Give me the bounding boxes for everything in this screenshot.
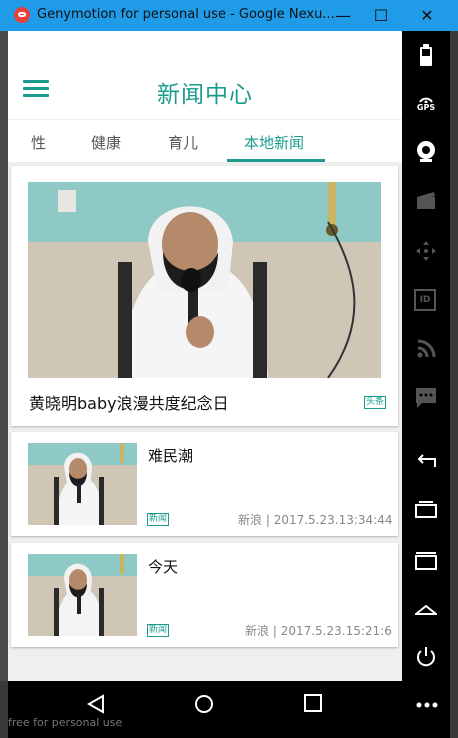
- rss-icon[interactable]: [414, 337, 438, 361]
- home-icon[interactable]: [414, 597, 438, 621]
- news-source: 新浪: [238, 513, 263, 527]
- gps-icon[interactable]: GPS: [414, 91, 438, 115]
- close-button[interactable]: ✕: [404, 0, 450, 31]
- webcam-icon[interactable]: [414, 139, 438, 163]
- news-title: 难民潮: [148, 447, 194, 465]
- right-window-strip: [450, 31, 458, 738]
- app-toolbar: 新闻中心: [8, 31, 402, 119]
- menu-button-icon[interactable]: [414, 549, 438, 573]
- news-meta: 新浪 | 2017.5.23.13:34:44: [238, 511, 392, 528]
- message-icon[interactable]: [414, 386, 438, 410]
- news-tag: 头条: [364, 396, 387, 409]
- headline-card[interactable]: 黄晓明baby浪漫共度纪念日 头条: [11, 166, 398, 426]
- gps-label: GPS: [416, 102, 436, 112]
- tab-bar: 性 健康 育儿 本地新闻: [8, 119, 402, 162]
- page-title: 新闻中心: [157, 82, 253, 108]
- nav-back-icon[interactable]: [86, 694, 106, 714]
- news-time: 2017.5.23.13:34:44: [273, 513, 393, 527]
- left-window-strip: [0, 31, 8, 681]
- news-title: 黄晓明baby浪漫共度纪念日: [29, 394, 229, 413]
- power-icon[interactable]: [414, 645, 438, 669]
- tab-health[interactable]: 健康: [91, 132, 121, 153]
- news-tag: 新闻: [147, 624, 170, 637]
- headline-image: [28, 182, 381, 378]
- window-titlebar: Genymotion for personal use - Google Nex…: [0, 0, 458, 31]
- meta-separator: |: [265, 513, 274, 527]
- dpad-icon[interactable]: [414, 239, 438, 263]
- news-thumbnail: [28, 443, 137, 525]
- tab-xing[interactable]: 性: [31, 132, 46, 153]
- news-time: 2017.5.23.15:21:6: [280, 624, 392, 638]
- genymotion-logo-icon: [14, 7, 30, 23]
- tab-parenting[interactable]: 育儿: [168, 132, 198, 153]
- footer-watermark: free for personal use: [8, 716, 123, 729]
- battery-icon[interactable]: [414, 43, 438, 67]
- recent-apps-icon[interactable]: [414, 497, 438, 521]
- news-meta: 新浪 | 2017.5.23.15:21:6: [245, 622, 392, 639]
- maximize-button[interactable]: ☐: [358, 0, 404, 31]
- screencast-icon[interactable]: [414, 189, 438, 213]
- more-options-icon[interactable]: [415, 701, 439, 709]
- news-title: 今天: [148, 558, 179, 576]
- window-title: Genymotion for personal use - Google Nex…: [37, 7, 335, 22]
- nav-home-icon[interactable]: [194, 694, 214, 714]
- tab-indicator: [227, 159, 325, 162]
- device-screen: 新闻中心 性 健康 育儿 本地新闻 黄晓明baby浪漫共度纪念日 头条 难民潮 …: [8, 31, 402, 681]
- id-icon[interactable]: ID: [414, 289, 436, 311]
- news-item[interactable]: 难民潮 新闻 新浪 | 2017.5.23.13:34:44: [11, 432, 398, 536]
- meta-separator: |: [272, 624, 281, 638]
- back-icon[interactable]: [414, 449, 438, 473]
- news-item[interactable]: 今天 新闻 新浪 | 2017.5.23.15:21:6: [11, 543, 398, 647]
- news-tag: 新闻: [147, 513, 170, 526]
- news-source: 新浪: [245, 624, 270, 638]
- emulator-sidebar: GPS ID: [402, 31, 450, 681]
- tab-local-news[interactable]: 本地新闻: [244, 132, 304, 153]
- nav-recents-icon[interactable]: [304, 694, 322, 712]
- android-navbar: [8, 681, 450, 738]
- news-thumbnail: [28, 554, 137, 636]
